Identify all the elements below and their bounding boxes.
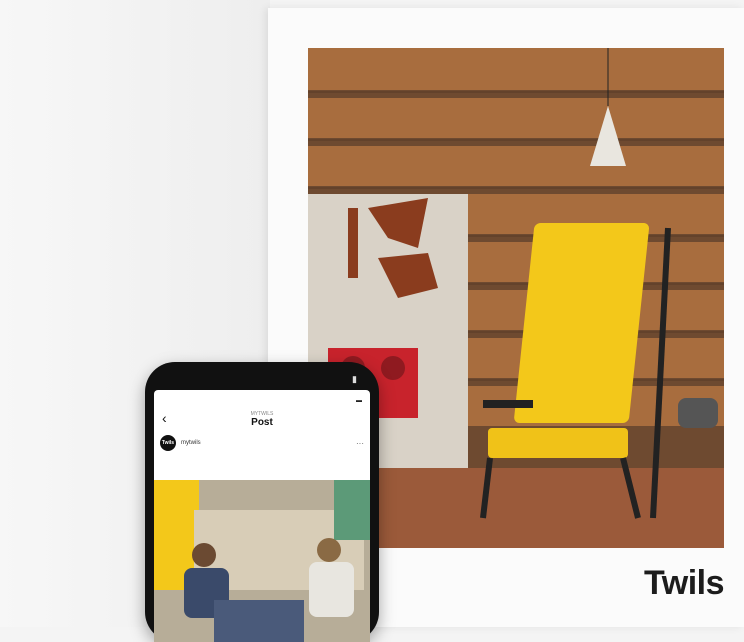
ig-status-bar: ▬	[154, 390, 370, 408]
back-icon[interactable]: ‹	[162, 410, 167, 426]
ig-header: ‹ MYTWILS Post	[154, 408, 370, 430]
battery-icon: ▮	[352, 374, 357, 384]
post-author-row[interactable]: Twils mytwils ···	[154, 430, 370, 456]
avatar[interactable]: Twils	[160, 435, 176, 451]
page-title: Post	[251, 416, 273, 428]
post-image[interactable]	[154, 480, 370, 642]
brand-logo: Twils	[644, 564, 725, 602]
phone-status-bar: ▮	[167, 374, 357, 388]
username[interactable]: mytwils	[181, 440, 356, 446]
phone-screen: ▬ ‹ MYTWILS Post Twils mytwils ···	[154, 390, 370, 642]
people-on-sofa-image	[154, 480, 370, 642]
battery-small-icon: ▬	[356, 398, 362, 404]
more-icon[interactable]: ···	[356, 439, 364, 448]
vintage-radio	[678, 398, 718, 428]
smartphone: ▮ ▬ ‹ MYTWILS Post Twils mytwils ···	[145, 362, 379, 642]
